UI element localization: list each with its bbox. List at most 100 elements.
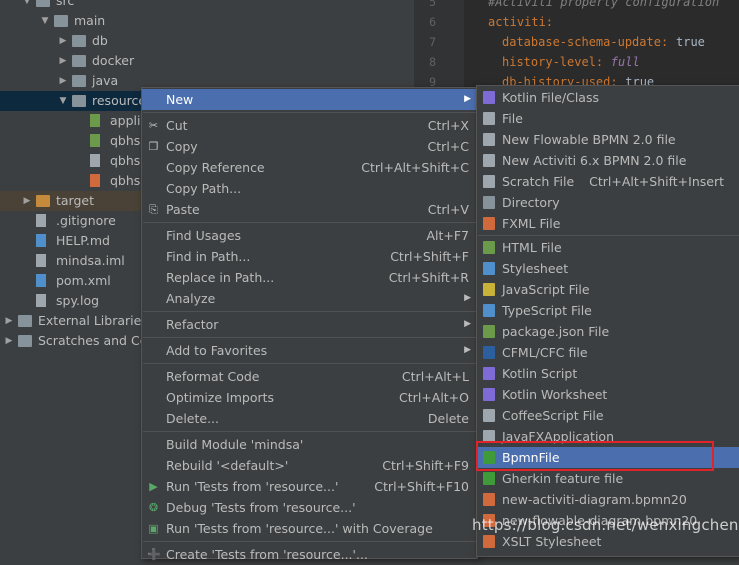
menu-item-shortcut: Alt+F7 xyxy=(426,228,469,243)
new-submenu-item[interactable]: TypeScript File xyxy=(477,300,739,321)
new-submenu-item[interactable]: package.json File xyxy=(477,321,739,342)
menu-item[interactable]: ➕ Create 'Tests from 'resource...'... xyxy=(142,544,477,565)
submenu-arrow-icon: ▶ xyxy=(464,319,471,329)
file-icon xyxy=(36,214,46,227)
new-submenu-item[interactable]: New Flowable BPMN 2.0 file xyxy=(477,129,739,150)
chevron-right-icon[interactable]: ▶ xyxy=(4,311,14,331)
chevron-down-icon[interactable]: ▼ xyxy=(58,91,68,111)
new-submenu-item[interactable]: Scratch File Ctrl+Alt+Shift+Insert xyxy=(477,171,739,192)
code-value: full xyxy=(610,55,640,69)
chevron-right-icon[interactable]: ▶ xyxy=(22,191,32,211)
new-submenu-item[interactable]: Stylesheet xyxy=(477,258,739,279)
create-test-icon: ➕ xyxy=(147,548,161,561)
context-menu[interactable]: New ▶ ✂ Cut Ctrl+X ❐ Copy Ctrl+C Copy Reference C… xyxy=(141,87,478,562)
chevron-right-icon[interactable]: ▶ xyxy=(4,331,14,351)
file-type-icon xyxy=(483,133,495,146)
menu-item-label: Stylesheet xyxy=(502,261,569,276)
cut-icon: ✂ xyxy=(148,119,159,132)
tree-row-label: target xyxy=(56,193,95,208)
menu-item[interactable]: Analyze ▶ xyxy=(142,288,477,309)
tree-row-label: qbhs xyxy=(110,153,141,168)
chevron-right-icon[interactable]: ▶ xyxy=(58,51,68,71)
new-submenu-item[interactable]: New Activiti 6.x BPMN 2.0 file xyxy=(477,150,739,171)
menu-item[interactable]: ✂ Cut Ctrl+X xyxy=(142,115,477,136)
menu-item[interactable]: Optimize Imports Ctrl+Alt+O xyxy=(142,387,477,408)
new-submenu-item[interactable]: FXML File xyxy=(477,213,739,234)
new-submenu-item[interactable]: new-activiti-diagram.bpmn20 xyxy=(477,489,739,510)
chevron-right-icon[interactable]: ▶ xyxy=(58,71,68,91)
new-submenu-item[interactable]: XSLT Stylesheet xyxy=(477,531,739,552)
menu-item[interactable]: Reformat Code Ctrl+Alt+L xyxy=(142,366,477,387)
chevron-down-icon[interactable]: ▼ xyxy=(22,0,32,11)
submenu-arrow-icon: ▶ xyxy=(464,94,471,104)
tree-row-label: HELP.md xyxy=(56,233,110,248)
menu-item-shortcut: Delete xyxy=(427,411,469,426)
tree-row[interactable]: ▼ main xyxy=(0,11,414,31)
menu-item[interactable]: Copy Path... xyxy=(142,178,477,199)
new-submenu-item[interactable]: Gherkin feature file xyxy=(477,468,739,489)
new-submenu-item[interactable]: CFML/CFC file xyxy=(477,342,739,363)
tree-row-label: docker xyxy=(92,53,135,68)
code-line: activiti: xyxy=(488,15,554,29)
new-submenu-item[interactable]: Kotlin File/Class xyxy=(477,87,739,108)
code-line: #Activiti property configuration xyxy=(488,0,720,9)
menu-item[interactable]: Find Usages Alt+F7 xyxy=(142,225,477,246)
new-submenu-item[interactable]: Kotlin Script xyxy=(477,363,739,384)
tree-row-label: java xyxy=(92,73,119,88)
menu-item[interactable]: ⎘ Paste Ctrl+V xyxy=(142,199,477,220)
menu-item[interactable]: New ▶ xyxy=(142,89,477,110)
menu-item-label: package.json File xyxy=(502,324,610,339)
tree-row[interactable]: ▼ src xyxy=(0,0,414,11)
folder-icon xyxy=(72,55,86,67)
new-submenu-item[interactable]: CoffeeScript File xyxy=(477,405,739,426)
tree-row-label: qbhs. xyxy=(110,133,145,148)
menu-item[interactable]: Find in Path... Ctrl+Shift+F xyxy=(142,246,477,267)
menu-separator xyxy=(143,431,476,432)
menu-item-label: Run 'Tests from 'resource...' with Cover… xyxy=(166,521,433,536)
tree-row-label: pom.xml xyxy=(56,273,111,288)
tree-row-label: .gitignore xyxy=(56,213,116,228)
menu-item-shortcut: Ctrl+C xyxy=(427,139,469,154)
new-submenu-item[interactable]: JavaScript File xyxy=(477,279,739,300)
spring-config-icon xyxy=(90,114,100,127)
menu-item[interactable]: ▶ Run 'Tests from 'resource...' Ctrl+Shift… xyxy=(142,476,477,497)
new-submenu-item[interactable]: HTML File xyxy=(477,237,739,258)
new-submenu[interactable]: Kotlin File/Class File New Flowable BPMN 2… xyxy=(476,85,739,557)
new-submenu-item[interactable]: Directory xyxy=(477,192,739,213)
file-icon xyxy=(36,274,46,287)
submenu-arrow-icon: ▶ xyxy=(464,293,471,303)
menu-item[interactable]: ❂ Debug 'Tests from 'resource...' xyxy=(142,497,477,518)
menu-item[interactable]: Refactor ▶ xyxy=(142,314,477,335)
menu-item-label: CFML/CFC file xyxy=(502,345,588,360)
line-number: 8 xyxy=(429,55,436,69)
menu-item-label: New Activiti 6.x BPMN 2.0 file xyxy=(502,153,687,168)
chevron-right-icon[interactable]: ▶ xyxy=(58,31,68,51)
new-submenu-item[interactable]: File xyxy=(477,108,739,129)
file-type-icon xyxy=(483,241,495,254)
menu-item[interactable]: Copy Reference Ctrl+Alt+Shift+C xyxy=(142,157,477,178)
tree-row-label: src xyxy=(56,0,75,8)
menu-item[interactable]: ❐ Copy Ctrl+C xyxy=(142,136,477,157)
menu-item-label: Create 'Tests from 'resource...'... xyxy=(166,547,368,562)
new-submenu-item[interactable]: Kotlin Worksheet xyxy=(477,384,739,405)
tree-row-label: db xyxy=(92,33,108,48)
paste-icon: ⎘ xyxy=(149,203,158,216)
copy-icon: ❐ xyxy=(148,140,159,153)
file-type-icon xyxy=(483,91,495,104)
menu-item[interactable]: ▣ Run 'Tests from 'resource...' with Cove… xyxy=(142,518,477,539)
menu-item[interactable]: Delete... Delete xyxy=(142,408,477,429)
menu-item-label: Gherkin feature file xyxy=(502,471,624,486)
menu-item[interactable]: Build Module 'mindsa' xyxy=(142,434,477,455)
tree-row-label: mindsa.iml xyxy=(56,253,125,268)
tree-row[interactable]: ▶ db xyxy=(0,31,414,51)
menu-item-label: HTML File xyxy=(502,240,562,255)
tree-row-label: External Libraries xyxy=(38,313,148,328)
menu-item[interactable]: Replace in Path... Ctrl+Shift+R xyxy=(142,267,477,288)
chevron-down-icon[interactable]: ▼ xyxy=(40,11,50,31)
file-type-icon xyxy=(483,409,495,422)
menu-item[interactable]: Add to Favorites ▶ xyxy=(142,340,477,361)
menu-item[interactable]: Rebuild '<default>' Ctrl+Shift+F9 xyxy=(142,455,477,476)
file-type-icon xyxy=(483,535,495,548)
folder-icon xyxy=(54,15,68,27)
tree-row[interactable]: ▶ docker xyxy=(0,51,414,71)
